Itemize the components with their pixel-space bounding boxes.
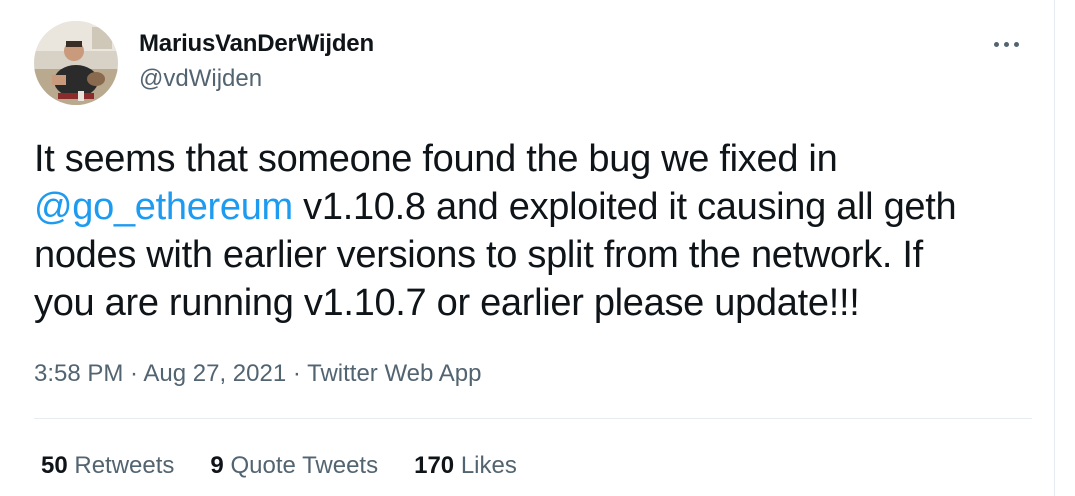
tweet-date-link[interactable]: Aug 27, 2021: [143, 360, 286, 387]
tweet-source-link[interactable]: Twitter Web App: [307, 360, 481, 387]
more-dot: [1003, 41, 1009, 47]
quote-tweets-stat[interactable]: 9 Quote Tweets: [210, 452, 378, 480]
tweet-line: you are running v1.10.7 or earlier pleas…: [34, 282, 860, 324]
likes-stat[interactable]: 170 Likes: [414, 452, 517, 480]
author-display-name[interactable]: MariusVanDerWijden: [139, 30, 374, 58]
meta-separator: ·: [123, 360, 144, 387]
retweets-stat[interactable]: 50 Retweets: [41, 452, 174, 480]
divider: [34, 418, 1032, 419]
meta-separator: ·: [286, 360, 308, 387]
likes-label: Likes: [460, 452, 517, 479]
tweet-card: MariusVanDerWijden @vdWijden It seems th…: [0, 0, 1055, 496]
more-dot: [1013, 41, 1019, 47]
tweet-line: nodes with earlier versions to split fro…: [34, 234, 923, 276]
tweet-text: It seems that someone found the bug we f…: [34, 135, 1034, 327]
quote-tweets-count: 9: [210, 452, 224, 479]
likes-count: 170: [414, 452, 455, 479]
mention-link[interactable]: @go_ethereum: [34, 186, 293, 228]
tweet-line: It seems that someone found the bug we f…: [34, 138, 838, 180]
retweets-label: Retweets: [74, 452, 175, 479]
tweet-time-link[interactable]: 3:58 PM: [34, 360, 123, 387]
more-options-button[interactable]: [982, 30, 1030, 58]
avatar[interactable]: [34, 21, 118, 105]
retweets-count: 50: [41, 452, 68, 479]
tweet-line-text: v1.10.8 and exploited it causing all get…: [292, 186, 957, 228]
tweet-line: @go_ethereum v1.10.8 and exploited it ca…: [34, 183, 1034, 231]
quote-tweets-label: Quote Tweets: [230, 452, 379, 479]
author-handle[interactable]: @vdWijden: [139, 65, 262, 93]
tweet-meta: 3:58 PM · Aug 27, 2021 · Twitter Web App: [34, 360, 481, 388]
engagement-stats: 50 Retweets 9 Quote Tweets 170 Likes: [41, 452, 553, 480]
more-horizontal-icon: [993, 41, 999, 47]
avatar-photo-icon: [34, 21, 118, 105]
